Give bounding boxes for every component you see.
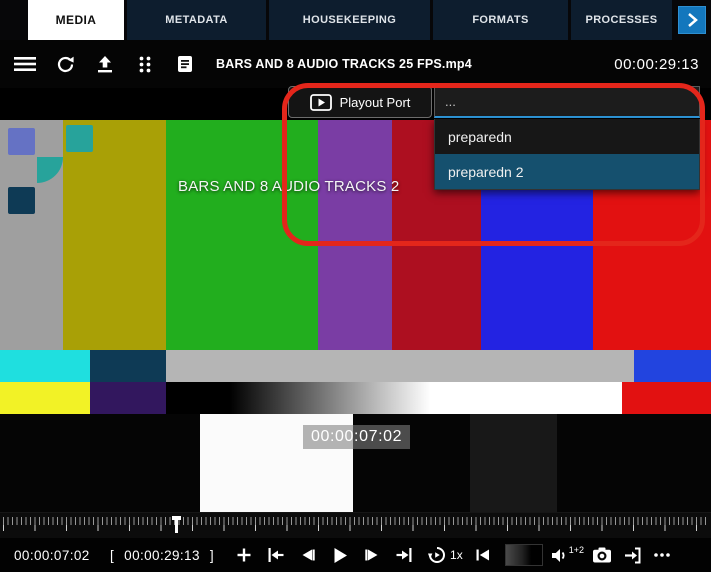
playout-port-combobox[interactable]: ... <box>434 86 700 118</box>
play-button[interactable] <box>330 545 350 565</box>
step-forward-icon <box>364 547 380 563</box>
ruler-minor-ticks <box>3 517 708 525</box>
playout-port-button[interactable]: Playout Port <box>288 86 432 118</box>
color-bar <box>90 382 166 414</box>
upload-button[interactable] <box>92 51 118 77</box>
upload-icon <box>96 55 114 73</box>
video-title-overlay: BARS AND 8 AUDIO TRACKS 2 <box>178 178 400 195</box>
color-bar <box>0 382 90 414</box>
audio-channels-label: 1+2 <box>568 544 584 555</box>
playhead-marker[interactable] <box>172 516 181 533</box>
playout-port-dropdown: preparedn preparedn 2 <box>434 119 700 190</box>
mark-out-icon <box>395 547 413 563</box>
skip-start-button[interactable] <box>473 545 493 565</box>
color-bar <box>0 350 90 382</box>
dropdown-option-preparedn[interactable]: preparedn <box>435 119 699 154</box>
mark-in-button[interactable] <box>266 545 286 565</box>
tab-processes[interactable]: PROCESSES <box>571 0 672 40</box>
color-bar <box>63 120 166 350</box>
color-bar <box>90 350 166 382</box>
snapshot-button[interactable] <box>592 545 612 565</box>
clip-range: [ 00:00:29:13 ] <box>110 548 214 563</box>
color-bar <box>166 350 634 382</box>
step-back-button[interactable] <box>298 545 318 565</box>
grid-view-button[interactable] <box>132 51 158 77</box>
toolbar: BARS AND 8 AUDIO TRACKS 25 FPS.mp4 00:00… <box>0 40 711 88</box>
plus-icon <box>236 547 252 563</box>
gray-chip <box>470 414 557 512</box>
document-icon <box>177 55 193 73</box>
tab-scroll-right-button[interactable] <box>678 6 706 34</box>
transport-bar: 00:00:07:02 [ 00:00:29:13 ] 1x 1+2 <box>0 538 711 572</box>
menu-button[interactable] <box>12 51 38 77</box>
speaker-icon <box>551 547 568 564</box>
tab-formats[interactable]: FORMATS <box>433 0 568 40</box>
tab-bar: MEDIA METADATA HOUSEKEEPING FORMATS PROC… <box>0 0 711 40</box>
logo-tile <box>66 125 93 152</box>
mark-out-button[interactable] <box>394 545 414 565</box>
color-bar <box>318 120 392 350</box>
bracket-open: [ <box>110 547 115 563</box>
more-button[interactable] <box>652 545 672 565</box>
bracket-close: ] <box>209 547 215 563</box>
tab-metadata[interactable]: METADATA <box>127 0 266 40</box>
current-timecode: 00:00:07:02 <box>14 547 90 563</box>
play-icon <box>333 547 348 564</box>
smpte-bars-strip-1 <box>0 350 711 382</box>
color-bar <box>166 120 318 350</box>
audio-level-meter <box>504 544 543 566</box>
play-monitor-icon <box>309 93 332 111</box>
playout-port-button-label: Playout Port <box>339 94 411 110</box>
dropdown-option-preparedn-2[interactable]: preparedn 2 <box>435 154 699 189</box>
refresh-button[interactable] <box>52 51 78 77</box>
clip-filename: BARS AND 8 AUDIO TRACKS 25 FPS.mp4 <box>216 57 472 71</box>
export-icon <box>624 547 641 564</box>
ellipsis-icon <box>653 552 671 558</box>
skip-start-icon <box>475 547 491 563</box>
color-bar <box>622 382 711 414</box>
clip-file-button[interactable] <box>172 51 198 77</box>
tab-housekeeping[interactable]: HOUSEKEEPING <box>269 0 430 40</box>
step-forward-button[interactable] <box>362 545 382 565</box>
logo-tile <box>8 128 35 155</box>
hamburger-menu-icon <box>14 56 36 72</box>
volume-button[interactable]: 1+2 <box>551 544 584 564</box>
combobox-value: ... <box>445 94 456 109</box>
add-button[interactable] <box>234 545 254 565</box>
timeline-ruler[interactable] <box>0 512 711 538</box>
clip-duration: 00:00:29:13 <box>614 55 699 73</box>
total-timecode: 00:00:29:13 <box>124 547 200 563</box>
logo-tile <box>8 187 35 214</box>
dots-grid-icon <box>139 56 151 73</box>
mark-in-icon <box>267 547 285 563</box>
playback-speed-button[interactable]: 1x <box>428 546 463 564</box>
camera-icon <box>592 547 612 563</box>
media-player-window: MEDIA METADATA HOUSEKEEPING FORMATS PROC… <box>0 0 711 572</box>
refresh-icon <box>56 55 75 74</box>
grayscale-gradient-bar <box>166 382 622 414</box>
tab-media[interactable]: MEDIA <box>28 0 124 40</box>
burned-in-timecode: 00:00:07:02 <box>303 425 411 449</box>
chevron-right-icon <box>685 12 699 28</box>
replay-circle-icon <box>428 546 446 564</box>
smpte-bars-strip-2 <box>0 382 711 414</box>
color-bar <box>634 350 711 382</box>
step-back-icon <box>300 547 316 563</box>
export-button[interactable] <box>622 545 642 565</box>
speed-label: 1x <box>450 548 463 562</box>
